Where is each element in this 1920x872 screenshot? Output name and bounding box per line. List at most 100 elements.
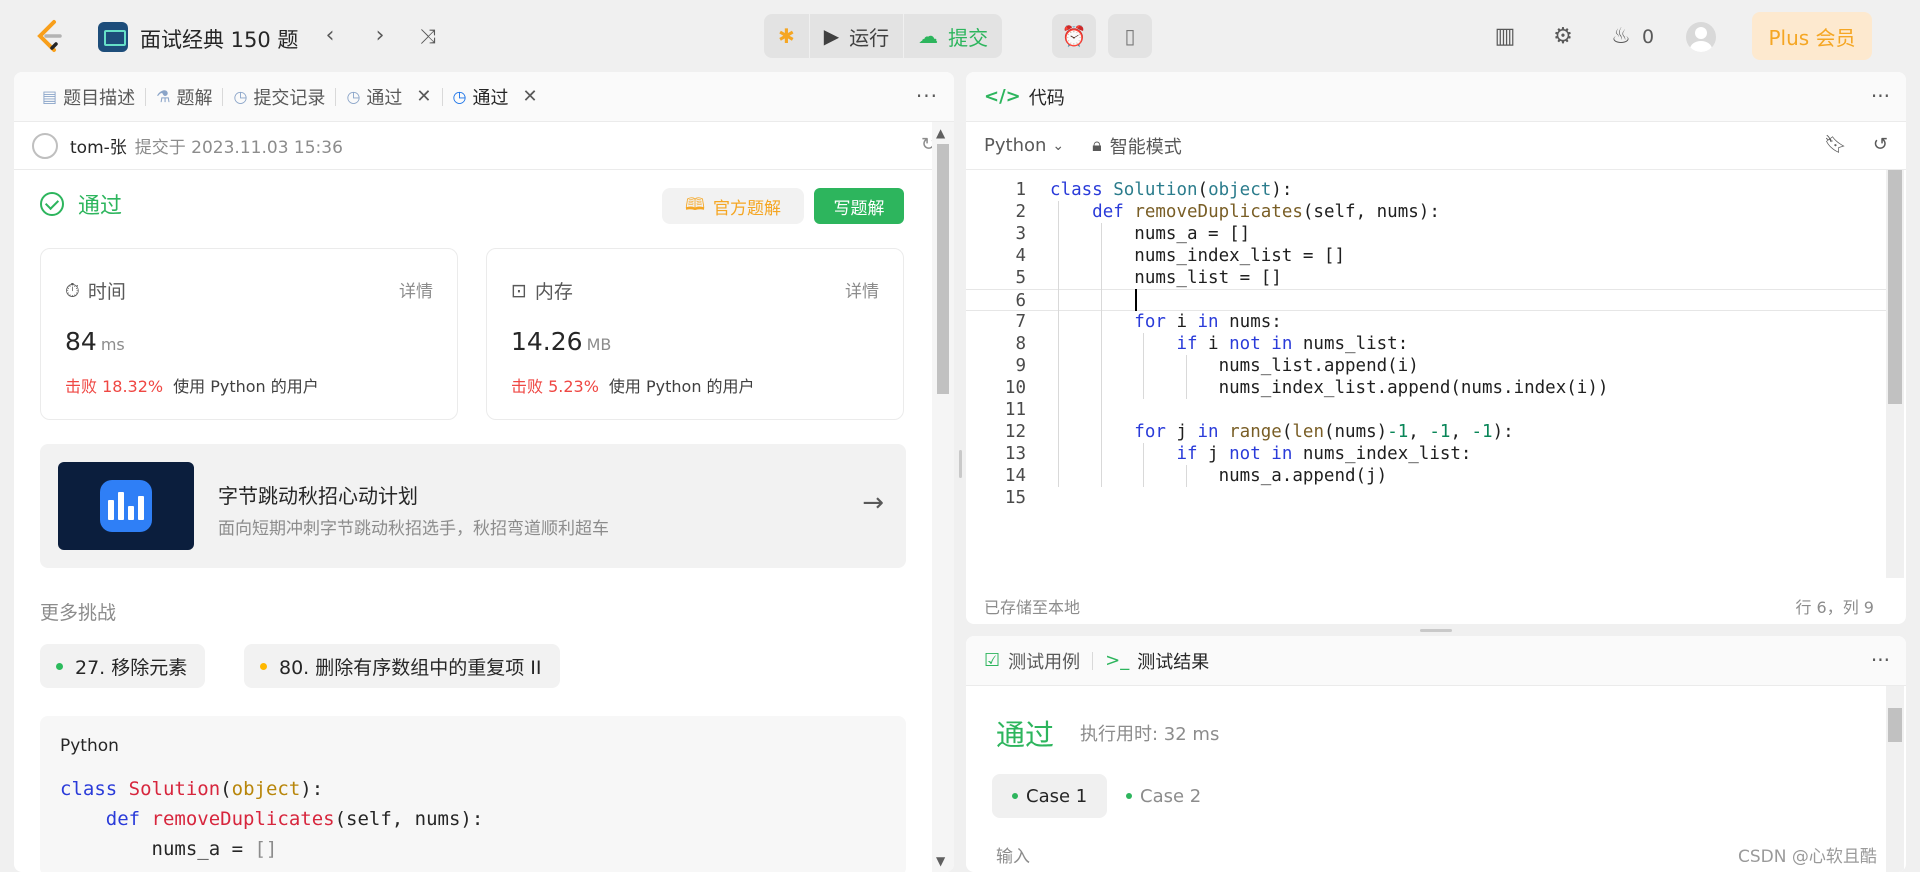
scrollbar-thumb[interactable] [1888,708,1902,742]
runtime-unit: ms [100,335,125,354]
more-options-icon[interactable]: ··· [1871,648,1890,672]
alarm-clock-icon: ⏰ [1061,24,1087,48]
indent-guide [1185,465,1187,487]
runtime-detail-link[interactable]: 详情 [399,277,433,302]
code-line[interactable]: 1 class Solution(object): [966,179,1886,201]
code-line[interactable]: 12 for j in range(len(nums)-1, -1, -1): [966,421,1886,443]
fire-icon[interactable]: ♨ [1606,22,1636,52]
leetcode-logo-icon[interactable] [32,18,68,54]
scroll-up-icon[interactable]: ▲ [936,126,945,140]
reset-icon[interactable]: ↺ [1873,134,1888,155]
tab-solutions[interactable]: ⚗ 题解 [146,72,222,122]
code-tab-label[interactable]: 代码 [1029,84,1065,110]
language-select[interactable]: Python ⌄ [984,135,1064,156]
gear-icon[interactable]: ⚙ [1548,22,1578,52]
code-line[interactable]: 4 nums_index_list = [] [966,245,1886,267]
scrollbar-thumb[interactable] [937,144,949,394]
scroll-down-icon[interactable]: ▼ [936,854,945,868]
accepted-status: 通过 [40,188,122,220]
line-number: 4 [1015,246,1026,266]
tab-description[interactable]: ▤ 题目描述 [32,72,145,122]
code-toolbar: Python ⌄ 🔒︎ 智能模式 🔖︎ ↺ [966,122,1906,170]
bytedance-logo-icon [100,480,152,532]
debug-button[interactable]: ✱ [764,14,809,58]
memory-header: ⊡ 内存 [511,277,573,304]
smart-mode-toggle[interactable]: 🔒︎ 智能模式 [1092,133,1182,159]
case-tab-1[interactable]: Case 1 [992,774,1108,818]
runtime-beat-percent: 击败 18.32% [65,377,164,396]
code-line[interactable]: 7 for i in nums: [966,311,1886,333]
case-tab-2[interactable]: Case 2 [1106,774,1221,818]
memory-beat: 击败 5.23% 使用 Python 的用户 [511,373,755,397]
code-line[interactable]: 6 [966,289,1886,311]
result-status: 通过 [996,718,1055,752]
challenge-chip[interactable]: 80. 删除有序数组中的重复项 II [244,644,560,688]
code-panel: </> 代码 ··· Python ⌄ 🔒︎ 智能模式 🔖︎ ↺ 1 class … [966,72,1906,624]
run-button[interactable]: ▶ 运行 [808,14,903,58]
prev-problem-icon[interactable]: ‹ [316,22,344,50]
close-icon[interactable]: ✕ [522,86,537,107]
vertical-resize-handle[interactable] [959,450,962,478]
promo-banner[interactable]: 字节跳动秋招心动计划 面向短期冲刺字节跳动秋招选手，秋招弯道顺利超车 → [40,444,906,568]
official-solution-button[interactable]: 🕮 官方题解 [662,188,804,224]
shuffle-icon[interactable]: ⤨ [414,22,442,50]
timer-button[interactable]: ⏰ [1052,14,1096,58]
left-scrollbar[interactable]: ▲ ▼ [932,122,954,872]
code-editor[interactable]: 1 class Solution(object): 2 def removeDupl… [966,170,1906,578]
code-text: if i not in nums_list: [1176,334,1409,354]
tab-label: 通过 [472,87,509,109]
code-line[interactable]: 14 nums_a.append(j) [966,465,1886,487]
mode-label: 智能模式 [1109,136,1182,158]
user-avatar[interactable] [32,132,58,159]
official-solution-label: 官方题解 [713,198,782,219]
tab-accepted-1[interactable]: ◷ 通过 ✕ [336,72,441,122]
code-tabbar: </> 代码 ··· [966,72,1906,122]
problem-list-icon[interactable] [98,22,128,52]
promo-image [58,462,194,550]
code-line[interactable]: 15 [966,487,1886,509]
avatar[interactable] [1686,22,1716,52]
write-solution-button[interactable]: 写题解 [814,188,904,224]
indent-guide [1143,443,1145,487]
memory-value: 14.26 MB [511,327,611,356]
code-line[interactable]: 2 def removeDuplicates(self, nums): [966,201,1886,223]
tab-testcases[interactable]: ☑ 测试用例 [984,648,1080,674]
memory-detail-link[interactable]: 详情 [845,277,879,302]
chevron-down-icon: ⌄ [1052,137,1065,154]
memory-unit: MB [586,335,612,354]
plus-member-button[interactable]: Plus 会员 [1752,12,1872,60]
challenge-chip[interactable]: 27. 移除元素 [40,644,206,688]
submission-time: 提交于 2023.11.03 15:36 [134,138,343,158]
code-line[interactable]: 8 if i not in nums_list: [966,333,1886,355]
more-options-icon[interactable]: ··· [916,84,938,108]
code-line[interactable]: 5 nums_list = [] [966,267,1886,289]
tab-accepted-2[interactable]: ◷ 通过 ✕ [443,72,548,122]
scrollbar-thumb[interactable] [1888,170,1902,404]
problem-list-title[interactable]: 面试经典 150 题 [140,24,298,54]
tab-submissions[interactable]: ◷ 提交记录 [223,72,335,122]
indent-guide [1185,355,1187,399]
history-icon: ◷ [452,87,467,106]
code-line[interactable]: 3 nums_a = [] [966,223,1886,245]
submit-button[interactable]: ☁ 提交 [903,14,1002,58]
submission-user[interactable]: tom-张 [70,133,127,158]
horizontal-resize-handle[interactable] [1420,629,1452,632]
code-line[interactable]: 11 [966,399,1886,421]
close-icon[interactable]: ✕ [416,86,431,107]
bookmark-icon[interactable]: 🔖︎ [1824,134,1847,155]
code-icon: </> [984,86,1021,107]
layout-icon[interactable]: ▥ [1490,22,1520,52]
code-line[interactable]: 10 nums_index_list.append(nums.index(i)) [966,377,1886,399]
next-problem-icon[interactable]: › [366,22,394,50]
more-options-icon[interactable]: ··· [1871,84,1890,108]
tab-test-result[interactable]: >_ 测试结果 [1105,648,1209,674]
code-line[interactable]: 9 nums_list.append(i) [966,355,1886,377]
pass-dot [1012,793,1018,799]
indent-guide [1100,223,1102,487]
line-number: 14 [1004,466,1026,486]
code-line[interactable]: 13 if j not in nums_index_list: [966,443,1886,465]
test-scrollbar[interactable] [1886,686,1904,872]
editor-scrollbar[interactable] [1886,170,1904,578]
memory-number: 14.26 [511,327,583,356]
notes-button[interactable]: ▯ [1108,14,1152,58]
